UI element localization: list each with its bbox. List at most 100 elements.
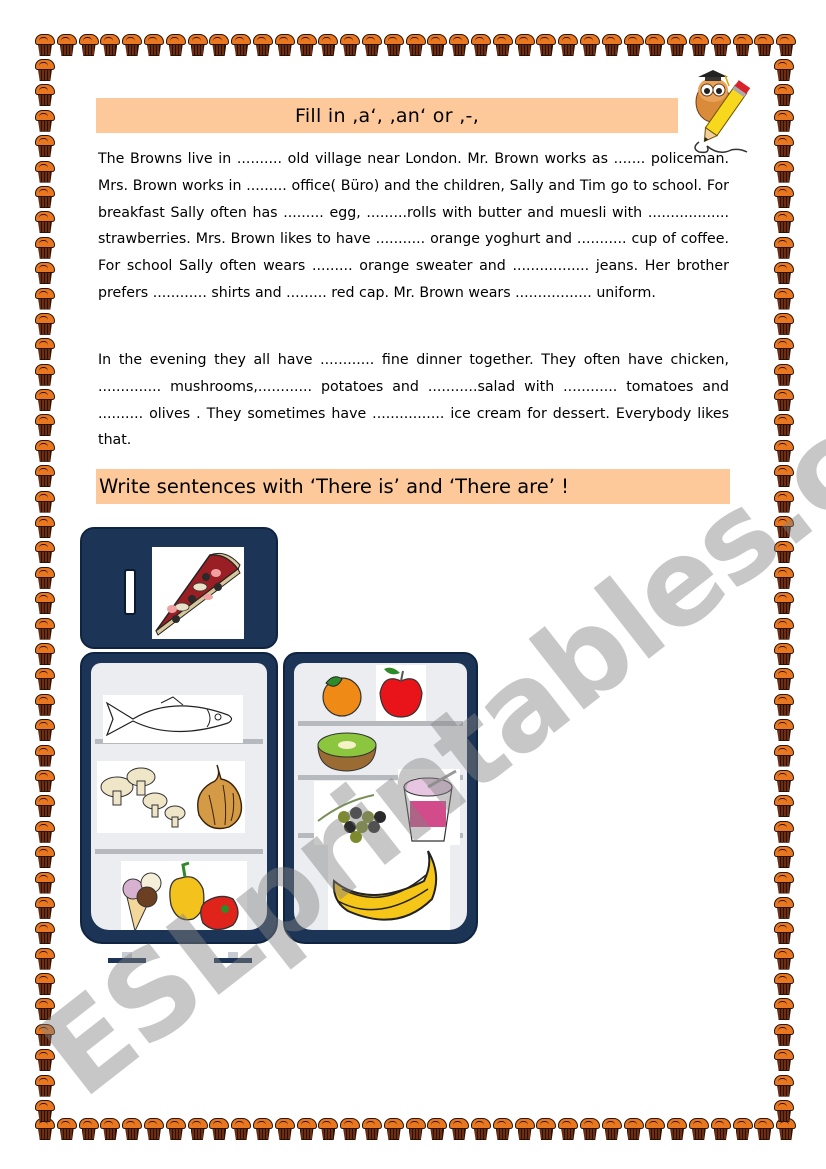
kiwi-image [314,731,380,773]
fridge-left-door [80,652,278,944]
muffin-icon [774,109,794,132]
muffin-icon [754,1118,775,1140]
muffin-icon [187,34,208,56]
fridge-right-door [283,652,478,944]
muffin-icon [35,185,55,208]
apple-icon [379,667,423,718]
muffin-icon [296,34,317,56]
exercise-1-title: Fill in ‚a‘, ‚an‘ or ‚-‚ [295,104,479,127]
muffin-icon [143,34,164,56]
muffin-icon [35,211,55,234]
muffin-icon [774,871,794,894]
fridge-left-interior [91,663,267,930]
muffin-icon [558,34,579,56]
mushrooms-and-onion-image [97,761,245,833]
muffin-icon [514,34,535,56]
kiwi-icon [317,732,377,772]
muffin-icon [774,135,794,158]
muffin-icon [35,719,55,742]
muffin-icon [449,34,470,56]
muffin-icon [35,389,55,412]
fridge-illustration [80,527,480,972]
muffin-icon [35,668,55,691]
fridge-foot-left [108,952,146,964]
muffin-icon [35,1100,55,1123]
muffin-icon [100,1118,121,1140]
muffin-icon [774,1100,794,1123]
muffin-icon [774,287,794,310]
muffin-icon [645,1118,666,1140]
muffin-icon [776,34,797,56]
ice-cream-peppers-icon [122,861,239,930]
muffin-icon [427,34,448,56]
muffin-icon [774,769,794,792]
muffin-icon [340,1118,361,1140]
apple-image [376,665,426,721]
muffin-icon [623,34,644,56]
muffin-icon [35,414,55,437]
muffin-icon [35,338,55,361]
muffin-icon [35,84,55,107]
muffin-icon [667,1118,688,1140]
muffin-icon [78,1118,99,1140]
muffin-border-left [35,59,55,1125]
muffin-icon [774,1023,794,1046]
muffin-icon [710,1118,731,1140]
exercise-1-title-banner: Fill in ‚a‘, ‚an‘ or ‚-‚ [96,98,678,133]
muffin-icon [35,312,55,335]
muffin-icon [405,34,426,56]
muffin-icon [35,642,55,665]
orange-icon [322,676,362,717]
muffin-icon [122,34,143,56]
muffin-icon [449,1118,470,1140]
muffin-icon [754,34,775,56]
muffin-icon [774,338,794,361]
freezer-door [80,527,278,649]
muffin-icon [165,34,186,56]
muffin-icon [558,1118,579,1140]
muffin-icon [470,34,491,56]
muffin-icon [35,769,55,792]
muffin-icon [688,34,709,56]
muffin-icon [774,642,794,665]
mushrooms-icon [100,767,186,828]
muffin-icon [774,389,794,412]
onion-icon [197,764,243,830]
muffin-icon [774,947,794,970]
muffin-icon [623,1118,644,1140]
muffin-icon [774,465,794,488]
muffin-icon [383,34,404,56]
muffin-icon [35,795,55,818]
muffin-icon [688,1118,709,1140]
muffin-icon [318,1118,339,1140]
olives-icon [317,794,386,843]
muffin-icon [78,34,99,56]
exercise-2-title-banner: Write sentences with ‘There is’ and ‘The… [96,469,730,504]
muffin-icon [774,59,794,81]
muffin-icon [35,566,55,589]
muffin-icon [35,236,55,259]
muffin-icon [492,1118,513,1140]
muffin-icon [774,998,794,1021]
muffin-icon [361,34,382,56]
fridge-right-interior [294,663,467,930]
muffin-icon [732,34,753,56]
muffin-icon [35,896,55,919]
muffin-icon [35,820,55,843]
muffin-icon [774,363,794,386]
muffin-icon [361,1118,382,1140]
muffin-icon [774,211,794,234]
muffin-icon [35,693,55,716]
muffin-icon [35,1023,55,1046]
muffin-icon [35,998,55,1021]
muffin-icon [710,34,731,56]
muffin-icon [35,262,55,285]
muffin-icon [56,34,77,56]
muffin-icon [536,1118,557,1140]
muffin-icon [35,34,55,56]
ice-cream-and-peppers-image [121,861,247,930]
muffin-icon [209,1118,230,1140]
muffin-icon [774,693,794,716]
muffin-icon [492,34,513,56]
muffin-icon [35,465,55,488]
